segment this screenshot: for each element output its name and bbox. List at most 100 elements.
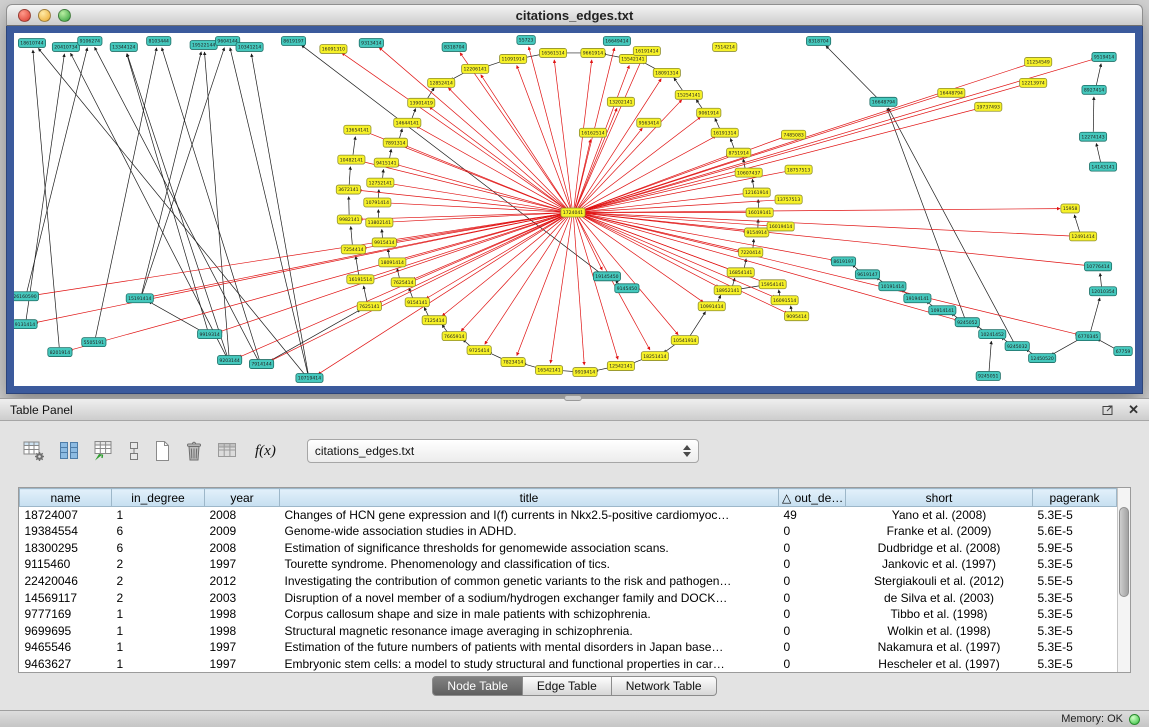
graph-node[interactable]: 19194141 bbox=[904, 294, 931, 303]
graph-node[interactable]: 13901419 bbox=[408, 98, 435, 107]
graph-node[interactable]: 8619197 bbox=[281, 36, 305, 45]
graph-node[interactable]: 18952141 bbox=[714, 286, 741, 295]
graph-node[interactable]: 7625141 bbox=[357, 302, 381, 311]
graph-node[interactable]: 12274143 bbox=[1079, 132, 1106, 141]
graph-node[interactable]: 16191414 bbox=[633, 46, 660, 55]
graph-node[interactable]: 12752141 bbox=[367, 178, 394, 187]
graph-node[interactable]: 9245051 bbox=[976, 372, 1000, 381]
function-builder-button[interactable]: f(x) bbox=[251, 438, 280, 464]
column-header-in_degree[interactable]: in_degree bbox=[112, 489, 205, 507]
graph-node[interactable]: 9313414 bbox=[359, 38, 383, 47]
delete-table-icon[interactable] bbox=[183, 438, 205, 464]
graph-node[interactable]: 5505191 bbox=[82, 338, 106, 347]
graph-node[interactable]: 12542141 bbox=[607, 362, 634, 371]
minimize-button[interactable] bbox=[38, 9, 51, 22]
graph-node[interactable]: 20410734 bbox=[52, 42, 79, 51]
graph-node[interactable]: 10341214 bbox=[236, 42, 263, 51]
graph-node[interactable]: 26160590 bbox=[14, 292, 39, 301]
column-header-short[interactable]: short bbox=[846, 489, 1033, 507]
new-column-icon[interactable] bbox=[92, 438, 116, 464]
show-columns-icon[interactable] bbox=[57, 438, 81, 464]
graph-node[interactable]: 11254549 bbox=[1025, 57, 1052, 66]
table-row[interactable]: 1456911722003Disruption of a novel membe… bbox=[20, 589, 1117, 606]
zoom-button[interactable] bbox=[58, 9, 71, 22]
table-row[interactable]: 946362711997Embryonic stem cells: a mode… bbox=[20, 655, 1117, 672]
table-row[interactable]: 911546021997Tourette syndrome. Phenomeno… bbox=[20, 556, 1117, 573]
graph-node[interactable]: 16191314 bbox=[711, 128, 738, 137]
graph-node[interactable]: 6770345 bbox=[1076, 332, 1100, 341]
scrollbar-thumb[interactable] bbox=[1119, 507, 1129, 597]
graph-node[interactable]: 19737493 bbox=[975, 102, 1002, 111]
graph-node[interactable]: 67759 bbox=[1114, 347, 1132, 356]
graph-node[interactable]: 9245052 bbox=[955, 318, 979, 327]
graph-node[interactable]: 9106274 bbox=[78, 36, 102, 45]
graph-node[interactable]: 9919414 bbox=[573, 368, 597, 377]
merge-columns-icon[interactable] bbox=[127, 438, 141, 464]
table-row[interactable]: 977716911998Corpus callosum shape and si… bbox=[20, 606, 1117, 623]
graph-node[interactable]: 19522144 bbox=[190, 40, 217, 49]
graph-node[interactable]: 9915414 bbox=[372, 238, 396, 247]
graph-node[interactable]: 3672141 bbox=[336, 185, 360, 194]
graph-node[interactable]: 9061914 bbox=[697, 108, 721, 117]
tab-node-table[interactable]: Node Table bbox=[432, 676, 523, 696]
network-graph-canvas[interactable]: 1724041128524141390141914644141789131494… bbox=[14, 33, 1135, 386]
graph-node[interactable]: 12206141 bbox=[462, 64, 489, 73]
graph-node[interactable]: 9725414 bbox=[467, 346, 491, 355]
graph-node[interactable]: 16162514 bbox=[579, 128, 606, 137]
float-window-icon[interactable] bbox=[1102, 397, 1115, 423]
graph-node[interactable]: 7514214 bbox=[713, 42, 737, 51]
graph-node[interactable]: 13344124 bbox=[110, 42, 137, 51]
graph-node[interactable]: 10914141 bbox=[929, 306, 956, 315]
graph-node[interactable]: 8751914 bbox=[727, 148, 751, 157]
graph-node[interactable]: 12161914 bbox=[743, 188, 770, 197]
table-mode-icon[interactable] bbox=[22, 438, 46, 464]
graph-node[interactable]: 7891314 bbox=[383, 138, 407, 147]
graph-node[interactable]: 8103444 bbox=[147, 36, 171, 45]
graph-node[interactable]: 10241452 bbox=[979, 330, 1006, 339]
graph-node[interactable]: 9145450 bbox=[615, 284, 639, 293]
graph-node[interactable]: 8619197 bbox=[831, 257, 855, 266]
tab-network-table[interactable]: Network Table bbox=[612, 676, 717, 696]
graph-node[interactable]: 16091514 bbox=[771, 296, 798, 305]
graph-node[interactable]: 10191414 bbox=[879, 282, 906, 291]
graph-node[interactable]: 16542141 bbox=[535, 366, 562, 375]
graph-node[interactable]: 9154141 bbox=[405, 298, 429, 307]
graph-node[interactable]: 12213974 bbox=[1020, 78, 1047, 87]
new-table-icon[interactable] bbox=[152, 438, 172, 464]
table-row[interactable]: 2242004622012Investigating the contribut… bbox=[20, 573, 1117, 590]
graph-node[interactable]: 18251414 bbox=[641, 352, 668, 361]
table-source-dropdown[interactable]: citations_edges.txt bbox=[307, 439, 699, 463]
graph-node[interactable]: 16649414 bbox=[603, 36, 630, 45]
graph-node[interactable]: 16091310 bbox=[320, 44, 347, 53]
graph-node[interactable]: 13202141 bbox=[607, 97, 634, 106]
graph-node[interactable]: 14143141 bbox=[1089, 162, 1116, 171]
column-header-pagerank[interactable]: pagerank bbox=[1033, 489, 1117, 507]
table-row[interactable]: 1938455462009Genome-wide association stu… bbox=[20, 523, 1117, 540]
graph-node[interactable]: 13802141 bbox=[366, 218, 393, 227]
tab-edge-table[interactable]: Edge Table bbox=[523, 676, 612, 696]
import-table-icon[interactable] bbox=[216, 438, 240, 464]
graph-node[interactable]: 15954141 bbox=[759, 280, 786, 289]
graph-node[interactable]: 9563414 bbox=[637, 118, 661, 127]
table-row[interactable]: 1872400712008Changes of HCN gene express… bbox=[20, 507, 1117, 524]
graph-node[interactable]: 9245032 bbox=[1005, 342, 1029, 351]
graph-node[interactable]: 11091914 bbox=[500, 54, 527, 63]
graph-node[interactable]: 7823414 bbox=[501, 358, 525, 367]
table-row[interactable]: 969969511998Structural magnetic resonanc… bbox=[20, 622, 1117, 639]
graph-node[interactable]: 16448794 bbox=[938, 88, 965, 97]
graph-node[interactable]: 10791414 bbox=[364, 198, 391, 207]
vertical-scrollbar[interactable] bbox=[1117, 488, 1130, 672]
graph-node[interactable]: 13757513 bbox=[775, 195, 802, 204]
graph-node[interactable]: 7625414 bbox=[391, 278, 415, 287]
panel-resize-grip[interactable] bbox=[564, 395, 582, 401]
graph-node[interactable]: 9154914 bbox=[745, 228, 769, 237]
graph-node[interactable]: 16854141 bbox=[727, 268, 754, 277]
graph-node[interactable]: 12852414 bbox=[428, 78, 455, 87]
graph-node[interactable]: 16191514 bbox=[347, 275, 374, 284]
graph-node[interactable]: 9131414 bbox=[14, 320, 37, 329]
close-panel-icon[interactable]: ✕ bbox=[1128, 404, 1139, 416]
graph-node[interactable]: 9919314 bbox=[198, 330, 222, 339]
graph-node[interactable]: 18091414 bbox=[379, 258, 406, 267]
graph-node[interactable]: 9661914 bbox=[581, 48, 605, 57]
graph-node[interactable]: 9203144 bbox=[217, 356, 241, 365]
